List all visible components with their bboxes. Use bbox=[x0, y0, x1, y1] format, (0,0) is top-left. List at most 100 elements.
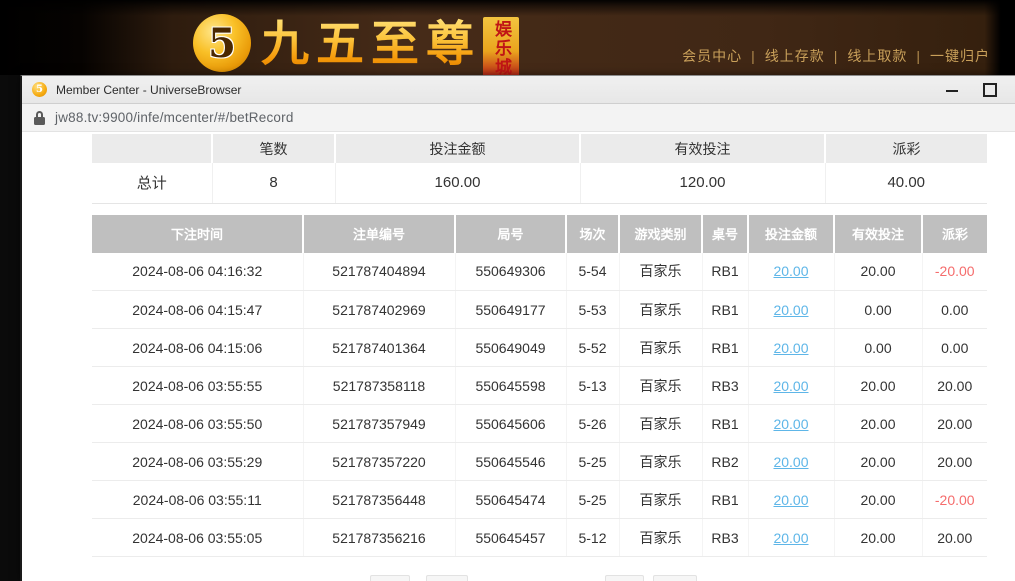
bet-amount-cell: 20.00 bbox=[748, 253, 834, 291]
window-titlebar[interactable]: 5 Member Center - UniverseBrowser bbox=[22, 76, 1015, 104]
nav-online-deposit[interactable]: 线上存款 bbox=[765, 46, 825, 66]
session-cell: 5-25 bbox=[566, 443, 619, 481]
bet-amount-link[interactable]: 20.00 bbox=[773, 416, 808, 432]
table-row: 2024-08-06 03:55:11521787356448550645474… bbox=[92, 481, 987, 519]
bet-time-cell: 2024-08-06 03:55:29 bbox=[92, 443, 303, 481]
game-type-cell: 百家乐 bbox=[619, 291, 702, 329]
payout-cell: 20.00 bbox=[922, 405, 987, 443]
summary-table: 笔数 投注金额 有效投注 派彩 总计 8 160.00 120.00 40.00 bbox=[92, 134, 987, 204]
summary-total-row: 总计 8 160.00 120.00 40.00 bbox=[92, 163, 987, 203]
session-cell: 5-53 bbox=[566, 291, 619, 329]
bet-amount-link[interactable]: 20.00 bbox=[773, 530, 808, 546]
padlock-icon bbox=[34, 111, 45, 125]
game-type-cell: 百家乐 bbox=[619, 481, 702, 519]
bet-time-cell: 2024-08-06 03:55:50 bbox=[92, 405, 303, 443]
summary-header-count: 笔数 bbox=[212, 134, 335, 163]
game-type-cell: 百家乐 bbox=[619, 329, 702, 367]
payout-cell: -20.00 bbox=[922, 253, 987, 291]
bet-amount-cell: 20.00 bbox=[748, 405, 834, 443]
bet-amount-link[interactable]: 20.00 bbox=[773, 263, 808, 279]
summary-total-label: 总计 bbox=[92, 163, 212, 203]
casino-banner: 5 九五至尊 娱乐城 会员中心 | 线上存款 | 线上取款 | 一键归户 bbox=[0, 0, 1015, 75]
bet-amount-cell: 20.00 bbox=[748, 519, 834, 557]
bet-table-body: 2024-08-06 04:16:32521787404894550649306… bbox=[92, 253, 987, 557]
game-type-cell: 百家乐 bbox=[619, 443, 702, 481]
brand-subtitle-badge: 娱乐城 bbox=[483, 17, 519, 79]
game-type-cell: 百家乐 bbox=[619, 405, 702, 443]
nav-one-key-transfer[interactable]: 一键归户 bbox=[930, 46, 990, 66]
maximize-button[interactable] bbox=[983, 83, 997, 97]
bet-id-cell: 521787357949 bbox=[303, 405, 455, 443]
bet-id-cell: 521787401364 bbox=[303, 329, 455, 367]
summary-header-blank bbox=[92, 134, 212, 163]
payout-cell: 20.00 bbox=[922, 443, 987, 481]
table-number-cell: RB1 bbox=[702, 405, 748, 443]
bet-id-cell: 521787356448 bbox=[303, 481, 455, 519]
valid-bet-cell: 20.00 bbox=[834, 253, 922, 291]
casino-logo[interactable]: 5 九五至尊 娱乐城 bbox=[193, 14, 519, 79]
bet-id-cell: 521787404894 bbox=[303, 253, 455, 291]
bet-time-cell: 2024-08-06 03:55:05 bbox=[92, 519, 303, 557]
table-row: 2024-08-06 04:16:32521787404894550649306… bbox=[92, 253, 987, 291]
address-bar[interactable]: jw88.tv:9900/infe/mcenter/#/betRecord bbox=[22, 104, 1015, 132]
round-id-cell: 550645598 bbox=[455, 367, 566, 405]
table-number-cell: RB3 bbox=[702, 519, 748, 557]
summary-header-row: 笔数 投注金额 有效投注 派彩 bbox=[92, 134, 987, 163]
bet-time-cell: 2024-08-06 03:55:11 bbox=[92, 481, 303, 519]
session-cell: 5-13 bbox=[566, 367, 619, 405]
bet-amount-cell: 20.00 bbox=[748, 481, 834, 519]
round-id-cell: 550645457 bbox=[455, 519, 566, 557]
round-id-cell: 550649177 bbox=[455, 291, 566, 329]
browser-favicon-icon: 5 bbox=[32, 82, 47, 97]
table-row: 2024-08-06 03:55:05521787356216550645457… bbox=[92, 519, 987, 557]
bet-amount-link[interactable]: 20.00 bbox=[773, 378, 808, 394]
bet-amount-cell: 20.00 bbox=[748, 291, 834, 329]
pagination-button-stub[interactable] bbox=[426, 575, 468, 581]
game-type-cell: 百家乐 bbox=[619, 253, 702, 291]
table-number-cell: RB1 bbox=[702, 291, 748, 329]
nav-separator: | bbox=[751, 48, 756, 64]
valid-bet-cell: 20.00 bbox=[834, 367, 922, 405]
nav-member-center[interactable]: 会员中心 bbox=[682, 46, 742, 66]
bet-amount-cell: 20.00 bbox=[748, 367, 834, 405]
round-id-cell: 550645606 bbox=[455, 405, 566, 443]
session-cell: 5-54 bbox=[566, 253, 619, 291]
header-bet-time: 下注时间 bbox=[92, 215, 303, 253]
minimize-button[interactable] bbox=[945, 83, 959, 97]
nav-separator: | bbox=[834, 48, 839, 64]
header-payout: 派彩 bbox=[922, 215, 987, 253]
valid-bet-cell: 0.00 bbox=[834, 291, 922, 329]
table-row: 2024-08-06 04:15:47521787402969550649177… bbox=[92, 291, 987, 329]
table-number-cell: RB2 bbox=[702, 443, 748, 481]
header-bet-amount: 投注金额 bbox=[748, 215, 834, 253]
bet-amount-link[interactable]: 20.00 bbox=[773, 340, 808, 356]
table-row: 2024-08-06 03:55:55521787358118550645598… bbox=[92, 367, 987, 405]
banner-nav: 会员中心 | 线上存款 | 线上取款 | 一键归户 bbox=[682, 46, 990, 66]
table-number-cell: RB1 bbox=[702, 329, 748, 367]
pagination-button-stub[interactable] bbox=[370, 575, 410, 581]
header-round-id: 局号 bbox=[455, 215, 566, 253]
payout-cell: 0.00 bbox=[922, 329, 987, 367]
table-number-cell: RB3 bbox=[702, 367, 748, 405]
valid-bet-cell: 20.00 bbox=[834, 519, 922, 557]
bet-table-header-row: 下注时间 注单编号 局号 场次 游戏类别 桌号 投注金额 有效投注 派彩 bbox=[92, 215, 987, 253]
table-row: 2024-08-06 03:55:29521787357220550645546… bbox=[92, 443, 987, 481]
nav-online-withdraw[interactable]: 线上取款 bbox=[847, 46, 907, 66]
window-title: Member Center - UniverseBrowser bbox=[56, 83, 241, 97]
bet-amount-link[interactable]: 20.00 bbox=[773, 454, 808, 470]
header-game-type: 游戏类别 bbox=[619, 215, 702, 253]
bet-id-cell: 521787402969 bbox=[303, 291, 455, 329]
bet-id-cell: 521787357220 bbox=[303, 443, 455, 481]
bet-id-cell: 521787356216 bbox=[303, 519, 455, 557]
bet-amount-link[interactable]: 20.00 bbox=[773, 492, 808, 508]
pagination-button-stub[interactable] bbox=[653, 575, 697, 581]
bet-amount-link[interactable]: 20.00 bbox=[773, 302, 808, 318]
header-valid-bet: 有效投注 bbox=[834, 215, 922, 253]
member-center-window: 5 Member Center - UniverseBrowser jw88.t… bbox=[20, 75, 1015, 581]
bet-amount-cell: 20.00 bbox=[748, 443, 834, 481]
valid-bet-cell: 0.00 bbox=[834, 329, 922, 367]
pagination-button-stub[interactable] bbox=[605, 575, 644, 581]
valid-bet-cell: 20.00 bbox=[834, 405, 922, 443]
game-type-cell: 百家乐 bbox=[619, 519, 702, 557]
header-bet-id: 注单编号 bbox=[303, 215, 455, 253]
